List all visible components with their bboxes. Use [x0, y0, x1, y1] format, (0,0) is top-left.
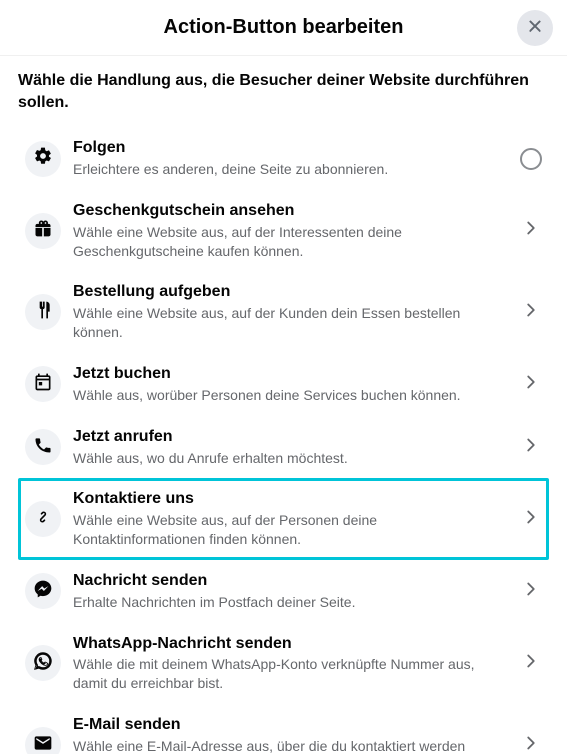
option-trailing — [520, 148, 542, 170]
messenger-icon — [33, 579, 53, 604]
close-button[interactable] — [517, 10, 553, 46]
option-trailing — [520, 217, 542, 244]
option-text: Folgen Erleichtere es anderen, deine Sei… — [73, 138, 520, 179]
option-desc: Erleichtere es anderen, deine Seite zu a… — [73, 160, 512, 179]
option-title: Folgen — [73, 138, 512, 159]
modal-content: Wähle die Handlung aus, die Besucher dei… — [0, 56, 567, 754]
option-desc: Wähle eine Website aus, auf der Interess… — [73, 223, 512, 261]
action-option-messenger[interactable]: Nachricht senden Erhalte Nachrichten im … — [18, 560, 549, 623]
option-text: Jetzt anrufen Wähle aus, wo du Anrufe er… — [73, 427, 520, 468]
phone-icon — [33, 435, 53, 460]
option-trailing — [520, 299, 542, 326]
gift-icon — [33, 218, 53, 243]
close-icon — [526, 17, 544, 38]
instruction-text: Wähle die Handlung aus, die Besucher dei… — [18, 70, 549, 113]
action-option-food[interactable]: Bestellung aufgeben Wähle eine Website a… — [18, 271, 549, 353]
option-icon-circle — [25, 366, 61, 402]
action-option-calendar[interactable]: Jetzt buchen Wähle aus, worüber Personen… — [18, 353, 549, 416]
option-icon-circle — [25, 294, 61, 330]
chevron-right-icon — [520, 371, 542, 398]
option-title: Bestellung aufgeben — [73, 282, 512, 303]
option-trailing — [520, 732, 542, 754]
option-desc: Wähle die mit deinem WhatsApp-Konto verk… — [73, 655, 512, 693]
chevron-right-icon — [520, 217, 542, 244]
action-option-whatsapp[interactable]: WhatsApp-Nachricht senden Wähle die mit … — [18, 623, 549, 705]
whatsapp-icon — [33, 651, 53, 676]
chevron-right-icon — [520, 732, 542, 754]
option-text: Geschenkgutschein ansehen Wähle eine Web… — [73, 201, 520, 261]
option-title: Geschenkgutschein ansehen — [73, 201, 512, 222]
option-trailing — [520, 434, 542, 461]
chevron-right-icon — [520, 578, 542, 605]
chevron-right-icon — [520, 299, 542, 326]
link-icon — [33, 507, 53, 532]
option-desc: Erhalte Nachrichten im Postfach deiner S… — [73, 593, 512, 612]
option-trailing — [520, 650, 542, 677]
option-desc: Wähle eine E-Mail-Adresse aus, über die … — [73, 737, 512, 754]
option-text: E-Mail senden Wähle eine E-Mail-Adresse … — [73, 715, 520, 754]
option-icon-circle — [25, 501, 61, 537]
option-icon-circle — [25, 727, 61, 754]
edit-action-button-modal: Action-Button bearbeiten Wähle die Handl… — [0, 0, 567, 754]
option-icon-circle — [25, 573, 61, 609]
option-text: Bestellung aufgeben Wähle eine Website a… — [73, 282, 520, 342]
option-desc: Wähle aus, wo du Anrufe erhalten möchtes… — [73, 449, 512, 468]
options-list: Folgen Erleichtere es anderen, deine Sei… — [18, 127, 549, 754]
food-icon — [33, 300, 53, 325]
action-option-gear[interactable]: Folgen Erleichtere es anderen, deine Sei… — [18, 127, 549, 190]
option-icon-circle — [25, 141, 61, 177]
option-desc: Wähle eine Website aus, auf der Personen… — [73, 511, 512, 549]
option-text: WhatsApp-Nachricht senden Wähle die mit … — [73, 634, 520, 694]
option-desc: Wähle eine Website aus, auf der Kunden d… — [73, 304, 512, 342]
option-title: E-Mail senden — [73, 715, 512, 736]
option-text: Kontaktiere uns Wähle eine Website aus, … — [73, 489, 520, 549]
calendar-icon — [33, 372, 53, 397]
option-text: Jetzt buchen Wähle aus, worüber Personen… — [73, 364, 520, 405]
gear-icon — [33, 146, 53, 171]
option-trailing — [520, 506, 542, 533]
option-title: Jetzt buchen — [73, 364, 512, 385]
radio-unchecked-icon[interactable] — [520, 148, 542, 170]
option-icon-circle — [25, 213, 61, 249]
option-icon-circle — [25, 645, 61, 681]
chevron-right-icon — [520, 650, 542, 677]
option-icon-circle — [25, 429, 61, 465]
option-text: Nachricht senden Erhalte Nachrichten im … — [73, 571, 520, 612]
action-option-phone[interactable]: Jetzt anrufen Wähle aus, wo du Anrufe er… — [18, 416, 549, 479]
option-title: Jetzt anrufen — [73, 427, 512, 448]
option-desc: Wähle aus, worüber Personen deine Servic… — [73, 386, 512, 405]
option-title: Nachricht senden — [73, 571, 512, 592]
action-option-mail[interactable]: E-Mail senden Wähle eine E-Mail-Adresse … — [18, 704, 549, 754]
option-title: Kontaktiere uns — [73, 489, 512, 510]
action-option-link[interactable]: Kontaktiere uns Wähle eine Website aus, … — [18, 478, 549, 560]
option-trailing — [520, 578, 542, 605]
mail-icon — [33, 733, 53, 754]
option-title: WhatsApp-Nachricht senden — [73, 634, 512, 655]
option-trailing — [520, 371, 542, 398]
modal-header: Action-Button bearbeiten — [0, 0, 567, 56]
chevron-right-icon — [520, 506, 542, 533]
modal-title: Action-Button bearbeiten — [164, 16, 404, 39]
action-option-gift[interactable]: Geschenkgutschein ansehen Wähle eine Web… — [18, 190, 549, 272]
chevron-right-icon — [520, 434, 542, 461]
